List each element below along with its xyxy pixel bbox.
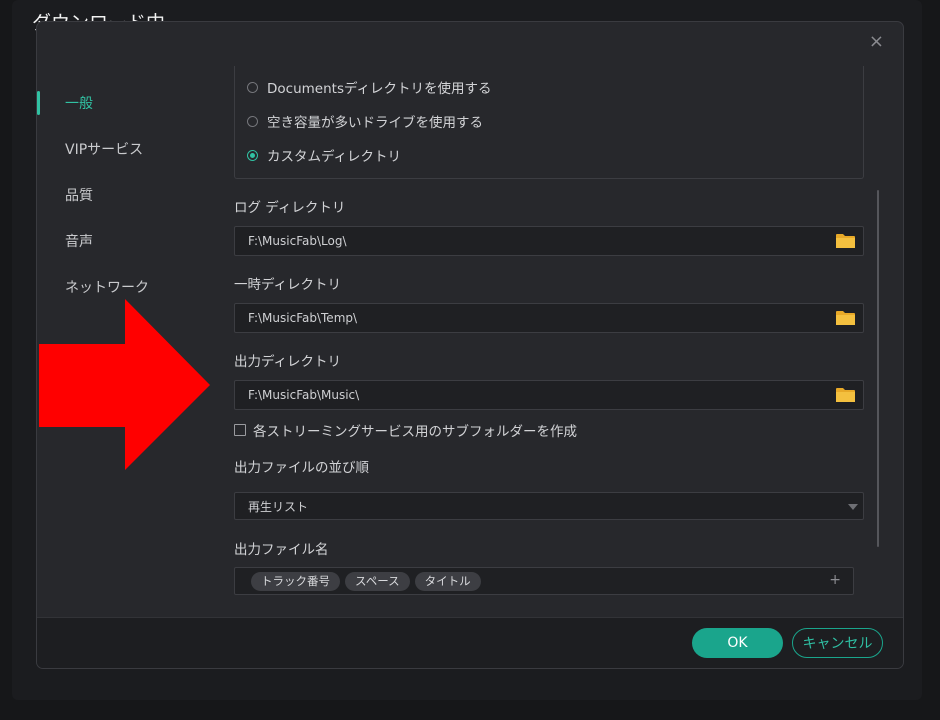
red-arrow-annotation	[39, 299, 210, 470]
close-icon[interactable]: ×	[869, 32, 884, 52]
log-dir-value: F:\MusicFab\Log\	[248, 234, 347, 248]
log-dir-label: ログ ディレクトリ	[234, 200, 346, 216]
radio-label: Documentsディレクトリを使用する	[267, 81, 492, 97]
radio-custom-directory[interactable]: カスタムディレクトリ	[247, 145, 401, 165]
temp-dir-field[interactable]: F:\MusicFab\Temp\	[234, 303, 864, 333]
sidebar-item-label: 音声	[65, 234, 93, 250]
sidebar-item-label: 一般	[65, 96, 93, 112]
folder-icon[interactable]	[836, 310, 855, 326]
sidebar-item-vip[interactable]: VIPサービス	[37, 126, 217, 172]
radio-label: 空き容量が多いドライブを使用する	[267, 115, 483, 131]
temp-dir-value: F:\MusicFab\Temp\	[248, 311, 358, 325]
radio-documents[interactable]: Documentsディレクトリを使用する	[247, 77, 492, 97]
sort-order-label: 出力ファイルの並び順	[234, 460, 369, 476]
file-name-tag-track-number[interactable]: トラック番号	[251, 571, 340, 591]
output-dir-value: F:\MusicFab\Music\	[248, 388, 360, 402]
sidebar-item-general[interactable]: 一般	[37, 80, 217, 126]
log-dir-field[interactable]: F:\MusicFab\Log\	[234, 226, 864, 256]
subfolder-checkbox-label: 各ストリーミングサービス用のサブフォルダーを作成	[253, 424, 577, 440]
folder-icon[interactable]	[836, 387, 855, 403]
file-name-tag-space[interactable]: スペース	[345, 571, 410, 591]
subfolder-checkbox-row[interactable]: 各ストリーミングサービス用のサブフォルダーを作成	[234, 420, 577, 440]
cancel-button[interactable]: キャンセル	[792, 628, 883, 658]
chevron-down-icon[interactable]	[848, 504, 858, 510]
sidebar-item-quality[interactable]: 品質	[37, 172, 217, 218]
storage-options-group: Documentsディレクトリを使用する 空き容量が多いドライブを使用する カス…	[234, 66, 864, 179]
sort-order-select[interactable]: 再生リスト	[234, 492, 864, 520]
settings-sidebar: 一般 VIPサービス 品質 音声 ネットワーク	[37, 80, 217, 310]
radio-most-free-space[interactable]: 空き容量が多いドライブを使用する	[247, 111, 483, 131]
ok-button[interactable]: OK	[692, 628, 783, 658]
sidebar-item-audio[interactable]: 音声	[37, 218, 217, 264]
radio-circle[interactable]	[247, 81, 258, 93]
temp-dir-label: 一時ディレクトリ	[234, 277, 342, 293]
output-dir-label: 出力ディレクトリ	[234, 354, 342, 370]
sidebar-item-label: 品質	[65, 188, 93, 204]
plus-icon[interactable]: +	[829, 572, 841, 588]
radio-label: カスタムディレクトリ	[267, 149, 402, 165]
folder-icon[interactable]	[836, 233, 855, 249]
sort-order-value: 再生リスト	[248, 499, 309, 514]
sidebar-item-label: VIPサービス	[65, 142, 144, 158]
file-name-label: 出力ファイル名	[234, 542, 329, 558]
dialog-footer: OK キャンセル	[37, 617, 903, 668]
sidebar-item-label: ネットワーク	[65, 280, 149, 296]
content-scrollbar[interactable]	[877, 190, 879, 547]
output-dir-field[interactable]: F:\MusicFab\Music\	[234, 380, 864, 410]
radio-circle-selected[interactable]	[247, 149, 258, 161]
file-name-tags-field[interactable]: トラック番号 スペース タイトル +	[234, 567, 854, 595]
radio-circle[interactable]	[247, 115, 258, 127]
file-name-tag-title[interactable]: タイトル	[414, 571, 481, 591]
subfolder-checkbox[interactable]	[234, 424, 246, 436]
